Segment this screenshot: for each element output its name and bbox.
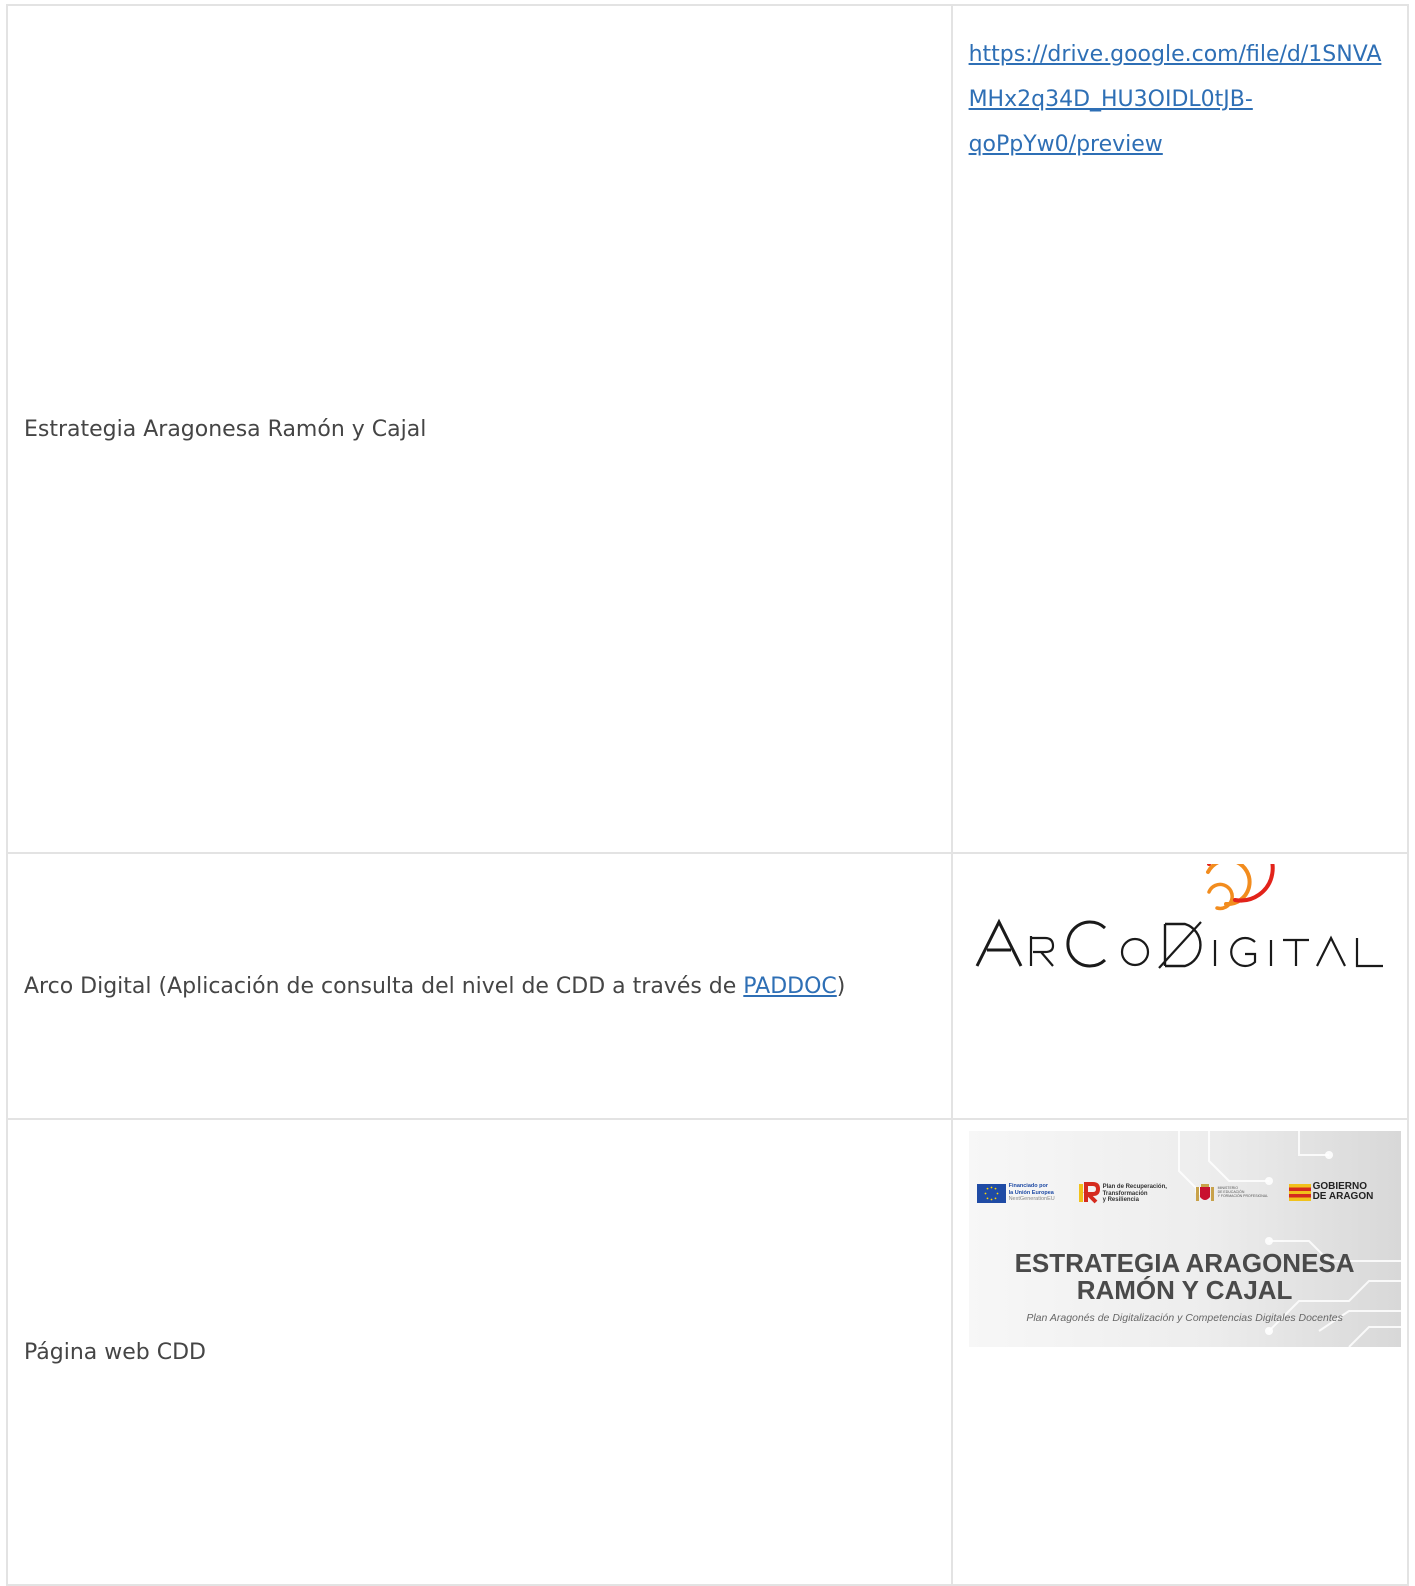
banner-subtitle: Plan Aragonés de Digitalización y Compet… bbox=[1026, 1312, 1343, 1324]
table-row: Estrategia Aragonesa Ramón y Cajal https… bbox=[6, 4, 1410, 854]
row-label: Estrategia Aragonesa Ramón y Cajal bbox=[24, 416, 427, 442]
ministry-text: MINISTERIO DE EDUCACIÓN Y FORMACIÓN PROF… bbox=[1217, 1186, 1269, 1199]
table-cell-banner: Financiado por la Unión Europea NextGene… bbox=[950, 1118, 1410, 1586]
table-cell-label: Página web CDD bbox=[6, 1118, 953, 1586]
arco-digital-logo[interactable] bbox=[969, 834, 1389, 972]
aragon-flag-icon bbox=[1288, 1184, 1311, 1201]
table-cell-link: https://drive.google.com/file/d/1SNVA MHx… bbox=[950, 4, 1410, 854]
table-row: Arco Digital (Aplicación de consulta del… bbox=[6, 834, 1410, 1120]
row-label: Página web CDD bbox=[24, 1339, 206, 1365]
spain-coat-of-arms-icon bbox=[1195, 1184, 1214, 1201]
table-cell-label: Estrategia Aragonesa Ramón y Cajal bbox=[6, 4, 953, 854]
banner-title-line1: ESTRATEGIA ARAGONESA bbox=[1014, 1248, 1355, 1278]
row-label-suffix: ) bbox=[836, 973, 846, 999]
table-cell-label: Arco Digital (Aplicación de consulta del… bbox=[6, 852, 953, 1120]
paddoc-link[interactable]: PADDOC bbox=[743, 974, 836, 999]
estrategia-banner[interactable]: Financiado por la Unión Europea NextGene… bbox=[968, 1131, 1401, 1347]
row-label-prefix: Arco Digital (Aplicación de consulta del… bbox=[24, 973, 744, 999]
drive-preview-link[interactable]: https://drive.google.com/file/d/1SNVA MHx… bbox=[969, 42, 1382, 157]
gobierno-aragon-text: GOBIERNO DE ARAGON bbox=[1312, 1181, 1374, 1202]
resources-table: Estrategia Aragonesa Ramón y Cajal https… bbox=[6, 4, 1410, 1586]
eu-flag-icon bbox=[976, 1184, 1006, 1203]
table-cell-logo bbox=[950, 834, 1410, 1120]
sponsor-logos: Financiado por la Unión Europea NextGene… bbox=[976, 1181, 1393, 1207]
arco-digital-logo-image bbox=[975, 834, 1383, 969]
banner-title-line2: RAMÓN Y CAJAL bbox=[1076, 1275, 1293, 1305]
eu-funding-text: Financiado por la Unión Europea NextGene… bbox=[1008, 1183, 1055, 1202]
recovery-plan-logo-icon bbox=[1078, 1182, 1100, 1204]
recovery-plan-text: Plan de Recuperación, Transformación y R… bbox=[1102, 1184, 1167, 1203]
table-row: Página web CDD Financiado por la Unión E… bbox=[6, 1118, 1410, 1586]
